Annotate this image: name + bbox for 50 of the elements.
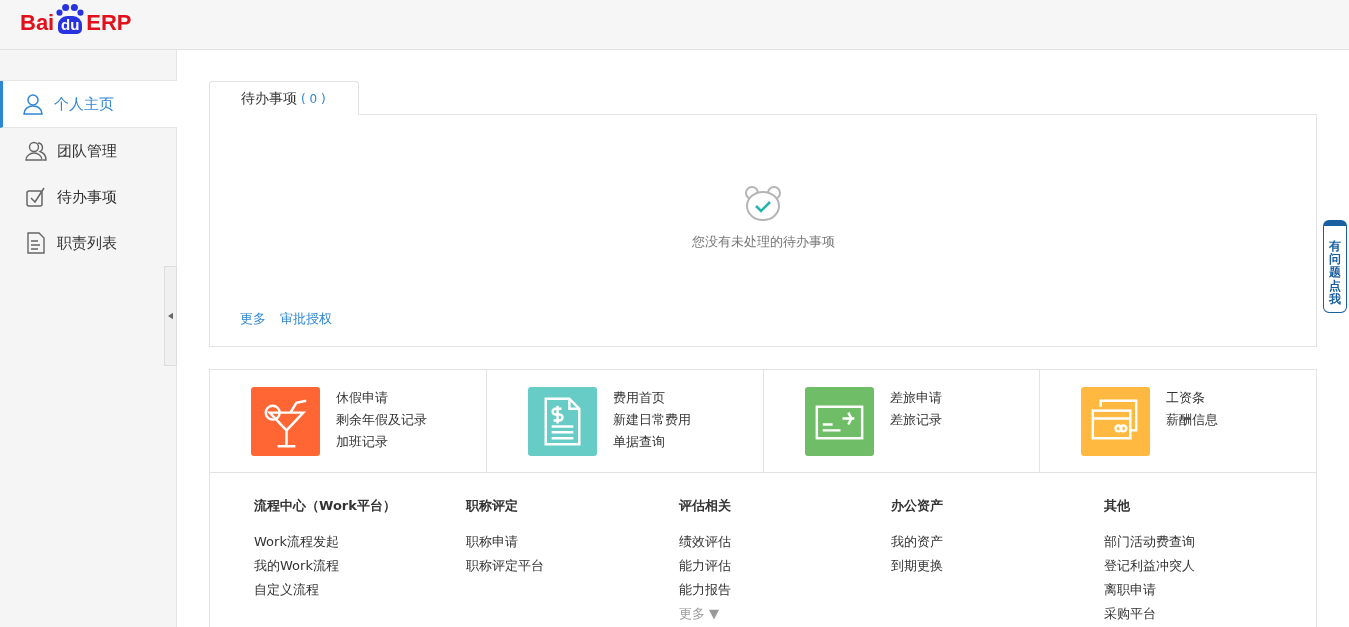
bear-check-icon (743, 183, 783, 223)
app-link[interactable]: 新建日常费用 (612, 411, 691, 429)
cards-icon[interactable] (1081, 386, 1151, 456)
group-link[interactable]: 职称申请 (466, 533, 679, 551)
group-link[interactable]: 绩效评估 (678, 533, 892, 551)
app-link[interactable]: 剩余年假及记录 (336, 411, 427, 429)
help-button[interactable]: 有问题点我 (1323, 220, 1347, 313)
empty-message: 您没有未处理的待办事项 (691, 233, 835, 251)
app-link[interactable]: 薪酬信息 (1166, 411, 1219, 429)
group-link[interactable]: 我的Work流程 (254, 557, 467, 575)
app-link[interactable]: 单据查询 (612, 433, 691, 451)
document-icon (25, 232, 47, 254)
group-heading: 评估相关 (678, 497, 732, 515)
app-link[interactable]: 加班记录 (336, 433, 427, 451)
app-link[interactable]: 差旅申请 (889, 389, 942, 407)
group-link[interactable]: 部门活动费查询 (1103, 533, 1317, 551)
ticket-icon[interactable] (804, 386, 874, 456)
group-link[interactable]: 自定义流程 (254, 581, 467, 599)
group-heading: 其他 (1103, 497, 1131, 515)
app-link[interactable]: 工资条 (1166, 389, 1219, 407)
group-link[interactable]: 职称评定平台 (466, 557, 679, 575)
caret-icon (168, 312, 173, 320)
group-link[interactable]: 能力报告 (678, 581, 892, 599)
collapse-handle[interactable] (164, 266, 177, 366)
group-link[interactable]: 登记利益冲突人 (1103, 557, 1317, 575)
sidebar-item[interactable]: 个人主页 (0, 81, 177, 128)
checkbox-icon (25, 186, 47, 208)
group-link[interactable]: 到期更换 (891, 557, 1104, 575)
todo-tab[interactable]: 待办事项 ( 0 ) (209, 81, 359, 115)
group-link[interactable]: 采购平台 (1103, 605, 1317, 623)
todo-link[interactable]: 更多 (240, 310, 266, 328)
todo-link[interactable]: 审批授权 (280, 310, 332, 328)
cocktail-icon[interactable] (251, 386, 320, 456)
sidebar-item[interactable]: 职责列表 (0, 220, 176, 266)
group-heading: 流程中心（Work平台） (254, 497, 397, 515)
sidebar-item[interactable]: 待办事项 (0, 174, 176, 220)
invoice-icon[interactable] (527, 386, 597, 456)
group-link[interactable]: 离职申请 (1103, 581, 1317, 599)
app-link[interactable]: 休假申请 (336, 389, 427, 407)
group-heading: 职称评定 (466, 497, 520, 515)
group-link[interactable]: 能力评估 (678, 557, 892, 575)
person-icon (22, 93, 44, 115)
group-heading: 办公资产 (891, 497, 945, 515)
app-link[interactable]: 差旅记录 (889, 411, 942, 429)
app-link[interactable]: 费用首页 (612, 389, 691, 407)
group-link[interactable]: Work流程发起 (254, 533, 467, 551)
baidu-erp-logo[interactable]: Bai du ERP (20, 3, 132, 34)
sidebar-item[interactable]: 团队管理 (0, 128, 176, 174)
group-link[interactable]: 我的资产 (891, 533, 1104, 551)
people-icon (25, 140, 47, 162)
